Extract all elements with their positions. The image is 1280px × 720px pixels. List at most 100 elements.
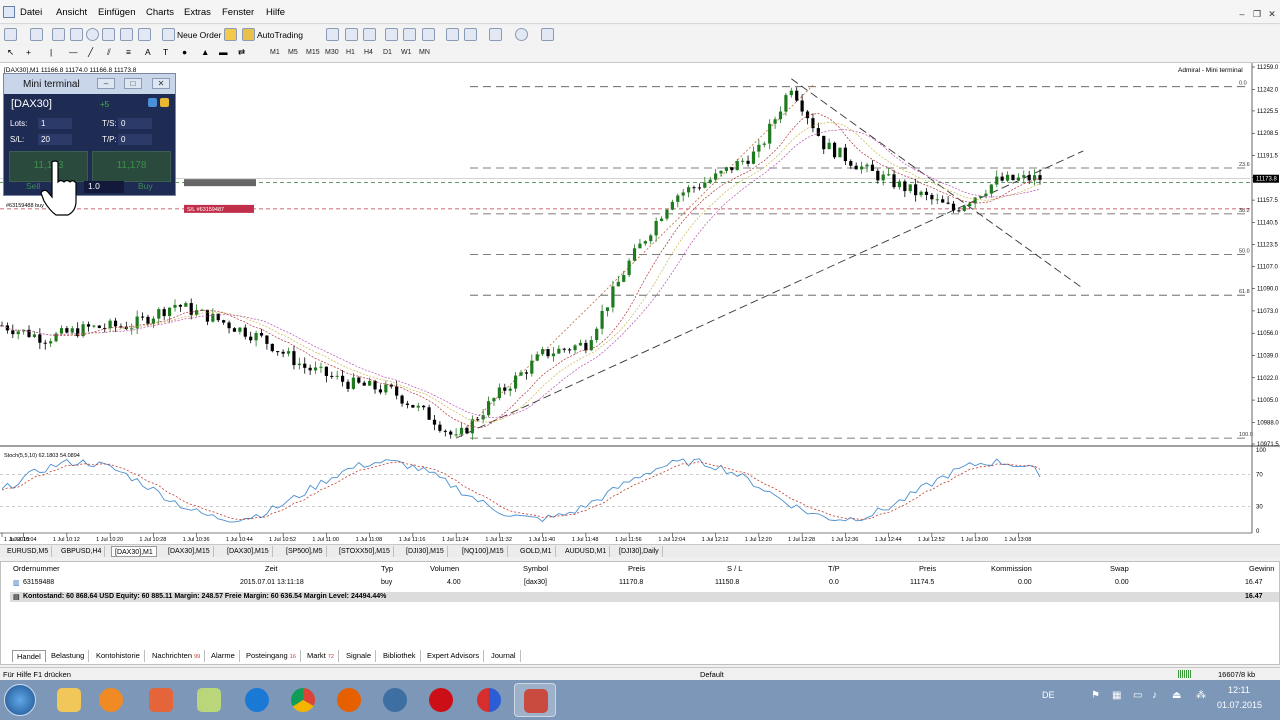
- clock-date[interactable]: 01.07.2015: [1217, 700, 1262, 710]
- menu-datei[interactable]: Datei: [20, 7, 42, 18]
- tab-belastung[interactable]: Belastung: [47, 650, 90, 662]
- mini-terminal[interactable]: Mini terminal – □ ✕ [DAX30] +5 Lots: 1 T…: [3, 73, 176, 216]
- tf-m15[interactable]: M15: [306, 49, 320, 56]
- bar-chart-icon[interactable]: [326, 28, 339, 41]
- triangle-icon[interactable]: ▲: [201, 47, 209, 57]
- market-watch-icon[interactable]: [52, 28, 65, 41]
- tab-nachrichten[interactable]: Nachrichten 99: [148, 650, 206, 662]
- col-sl[interactable]: S / L: [727, 564, 742, 573]
- taskbar-metatrader[interactable]: [514, 683, 556, 717]
- channel-icon[interactable]: ⫽: [107, 47, 111, 58]
- tab-gold-m1[interactable]: GOLD,M1: [517, 546, 556, 557]
- start-button[interactable]: [4, 684, 36, 716]
- mini-maximize-icon[interactable]: □: [124, 78, 142, 89]
- col-kommission[interactable]: Kommission: [991, 564, 1032, 573]
- sl-input[interactable]: 20: [38, 134, 72, 145]
- restore-icon[interactable]: ❐: [1251, 9, 1263, 19]
- label-icon[interactable]: T: [163, 47, 168, 57]
- buy-price-button[interactable]: 11,178: [92, 151, 171, 182]
- col-typ[interactable]: Typ: [381, 564, 393, 573]
- wifi-icon[interactable]: ⁂: [1196, 690, 1206, 701]
- chart-shift-icon[interactable]: [464, 28, 477, 41]
- text-icon[interactable]: A: [145, 47, 151, 57]
- new-order-button[interactable]: Neue Order: [177, 30, 221, 40]
- lots-input[interactable]: 1: [38, 118, 72, 129]
- tester-icon[interactable]: [120, 28, 133, 41]
- taskbar-app-3[interactable]: [468, 683, 510, 717]
- arrows-icon[interactable]: ⇄: [238, 47, 245, 58]
- usb-icon[interactable]: ⏏: [1172, 690, 1181, 701]
- autoscroll-icon[interactable]: [446, 28, 459, 41]
- tab-dax30-m15[interactable]: [DAX30],M15: [165, 546, 214, 557]
- taskbar-media-player[interactable]: [90, 683, 132, 717]
- menu-hilfe[interactable]: Hilfe: [266, 7, 285, 18]
- tab-nq100-m15[interactable]: [NQ100],M15: [459, 546, 508, 557]
- zoom-in-icon[interactable]: [385, 28, 398, 41]
- tab-stoxx50-m15[interactable]: [STOXX50],M15: [336, 546, 394, 557]
- zoom-out-icon[interactable]: [403, 28, 416, 41]
- close-icon[interactable]: ✕: [1266, 9, 1278, 19]
- col-symbol[interactable]: Symbol: [523, 564, 548, 573]
- tab-alarme[interactable]: Alarme: [207, 650, 240, 662]
- price-chart[interactable]: [DAX30],M1 11166.8 11174.0 11166.8 11173…: [0, 63, 1280, 545]
- tab-dji30-daily[interactable]: [DJI30],Daily: [616, 546, 663, 557]
- menu-einfuegen[interactable]: Einfügen: [98, 7, 136, 18]
- tab-kontohistorie[interactable]: Kontohistorie: [92, 650, 145, 662]
- cursor-icon[interactable]: ↖: [7, 47, 14, 58]
- ellipse-icon[interactable]: ●: [182, 47, 187, 57]
- trendline-icon[interactable]: ╱: [88, 47, 93, 58]
- taskbar-app[interactable]: [140, 683, 182, 717]
- buy-button[interactable]: Buy: [138, 181, 153, 193]
- menu-ansicht[interactable]: Ansicht: [56, 7, 87, 18]
- taskbar-app-2[interactable]: [374, 683, 416, 717]
- line-chart-icon[interactable]: [363, 28, 376, 41]
- col-gewinn[interactable]: Gewinn: [1249, 564, 1274, 573]
- tp-input[interactable]: 0: [118, 134, 152, 145]
- profiles-icon[interactable]: [30, 28, 43, 41]
- minimize-icon[interactable]: –: [1236, 9, 1248, 19]
- clock-time[interactable]: 12:11: [1228, 685, 1250, 695]
- navigator-icon[interactable]: [86, 28, 99, 41]
- menu-fenster[interactable]: Fenster: [222, 7, 254, 18]
- taskbar-notes[interactable]: [188, 683, 230, 717]
- tab-dax30-m1[interactable]: [DAX30],M1: [111, 546, 157, 557]
- volume-field[interactable]: 1.0: [84, 181, 124, 193]
- new-order-icon[interactable]: [162, 28, 175, 41]
- tf-mn[interactable]: MN: [419, 49, 430, 56]
- tf-m30[interactable]: M30: [325, 49, 339, 56]
- templates-icon[interactable]: [541, 28, 554, 41]
- volume-icon[interactable]: ♪: [1152, 690, 1157, 701]
- network-icon[interactable]: ▦: [1112, 690, 1121, 701]
- tab-audusd-m1[interactable]: AUDUSD,M1: [562, 546, 611, 557]
- taskbar-ie[interactable]: [236, 683, 278, 717]
- sell-button[interactable]: Sell: [26, 181, 40, 193]
- rectangle-icon[interactable]: ▬: [219, 47, 228, 57]
- language-indicator[interactable]: DE: [1042, 690, 1055, 700]
- tf-w1[interactable]: W1: [401, 49, 412, 56]
- tf-d1[interactable]: D1: [383, 49, 392, 56]
- table-row[interactable]: ▥ 63159488 2015.07.01 13:11:18 buy 4.00 …: [10, 577, 1279, 589]
- taskbar-opera[interactable]: [420, 683, 462, 717]
- tab-dax30-m15-2[interactable]: [DAX30],M15: [224, 546, 273, 557]
- tab-journal[interactable]: Journal: [487, 650, 521, 662]
- tab-signale[interactable]: Signale: [342, 650, 377, 662]
- mini-lock-icon[interactable]: [160, 98, 169, 107]
- autotrading-button[interactable]: AutoTrading: [257, 30, 303, 40]
- tf-m1[interactable]: M1: [270, 49, 280, 56]
- taskbar-chrome[interactable]: [282, 683, 324, 717]
- tab-markt[interactable]: Markt 72: [303, 650, 339, 662]
- tf-h1[interactable]: H1: [346, 49, 355, 56]
- tab-posteingang[interactable]: Posteingang 16: [242, 650, 301, 662]
- mini-settings-icon[interactable]: [148, 98, 157, 107]
- menu-extras[interactable]: Extras: [184, 7, 211, 18]
- candlestick-icon[interactable]: [345, 28, 358, 41]
- col-tp[interactable]: T/P: [828, 564, 840, 573]
- flag-icon[interactable]: ⚑: [1091, 690, 1100, 701]
- tab-gbpusd-h4[interactable]: GBPUSD,H4: [58, 546, 106, 557]
- expert-icon[interactable]: [224, 28, 237, 41]
- col-preis-2[interactable]: Preis: [919, 564, 936, 573]
- action-center-icon[interactable]: ▭: [1133, 690, 1142, 701]
- mini-terminal-titlebar[interactable]: Mini terminal – □ ✕: [4, 74, 175, 94]
- tab-expert-advisors[interactable]: Expert Advisors: [423, 650, 485, 662]
- tab-handel[interactable]: Handel: [12, 650, 46, 662]
